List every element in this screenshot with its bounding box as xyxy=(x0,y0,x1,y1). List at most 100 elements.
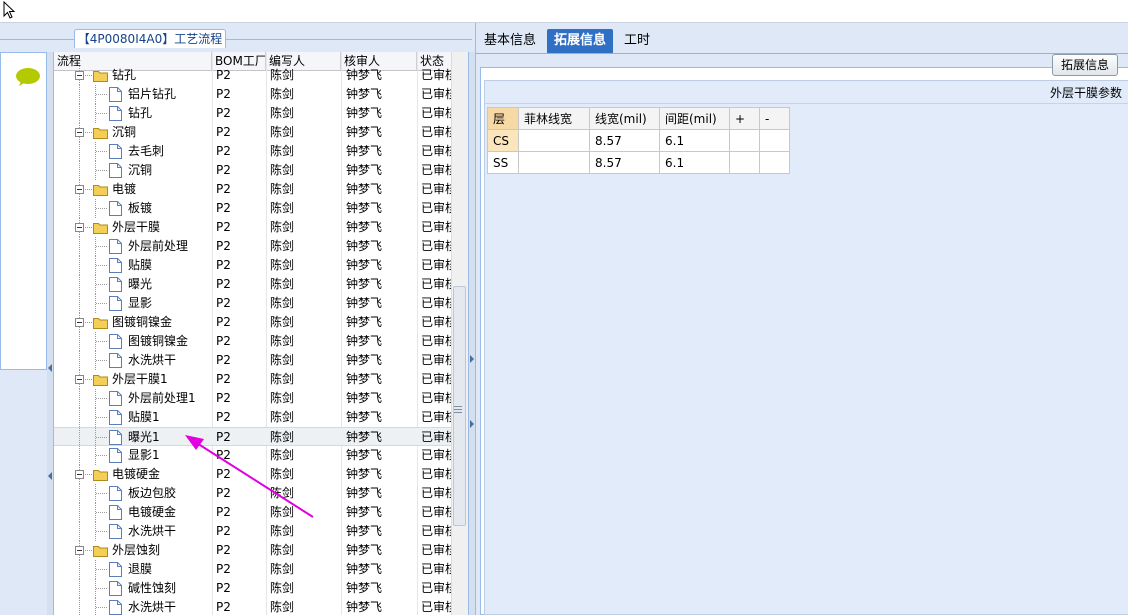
tree-item-row[interactable]: 显影 P2 陈剑 钟梦飞 已审核 xyxy=(54,294,454,313)
cell-reviewer: 钟梦飞 xyxy=(346,239,383,253)
cell-reviewer: 钟梦飞 xyxy=(346,258,383,272)
cell-reviewer: 钟梦飞 xyxy=(346,524,383,538)
params-cell-film-width[interactable] xyxy=(518,151,590,174)
folder-icon xyxy=(93,128,108,139)
cell-bom: P2 xyxy=(216,125,231,139)
document-icon xyxy=(109,277,122,292)
cell-reviewer: 钟梦飞 xyxy=(346,372,383,386)
cell-status: 已审核 xyxy=(421,87,454,101)
tab-work-hours[interactable]: 工时 xyxy=(617,29,657,53)
folder-icon xyxy=(93,223,108,234)
cell-bom: P2 xyxy=(216,106,231,120)
tree-node-label: 显影1 xyxy=(128,448,160,462)
cell-status: 已审核 xyxy=(421,296,454,310)
tree-item-row[interactable]: 水洗烘干 P2 陈剑 钟梦飞 已审核 xyxy=(54,351,454,370)
document-icon xyxy=(109,144,122,159)
cell-bom: P2 xyxy=(216,410,231,424)
collapse-toggle-icon[interactable] xyxy=(75,318,84,327)
params-cell-film-width[interactable] xyxy=(518,129,590,152)
document-icon xyxy=(109,486,122,501)
left-nav-lower xyxy=(0,370,47,615)
tree-node-label: 板边包胶 xyxy=(128,486,177,500)
cell-status: 已审核 xyxy=(421,277,454,291)
tree-item-row[interactable]: 退膜 P2 陈剑 钟梦飞 已审核 xyxy=(54,560,454,579)
tree-item-row[interactable]: 贴膜1 P2 陈剑 钟梦飞 已审核 xyxy=(54,408,454,427)
annotation-arrow-icon xyxy=(185,435,314,518)
collapse-toggle-icon[interactable] xyxy=(75,71,84,80)
tree-item-row[interactable]: 沉铜 P2 陈剑 钟梦飞 已审核 xyxy=(54,161,454,180)
tree-item-row[interactable]: 铝片钻孔 P2 陈剑 钟梦飞 已审核 xyxy=(54,85,454,104)
tree-group-row[interactable]: 钻孔 P2 陈剑 钟梦飞 已审核 xyxy=(54,66,454,85)
cell-writer: 陈剑 xyxy=(270,581,295,595)
tree-node-label: 贴膜 xyxy=(128,258,153,272)
tree-item-row[interactable]: 去毛刺 P2 陈剑 钟梦飞 已审核 xyxy=(54,142,454,161)
cell-reviewer: 钟梦飞 xyxy=(346,201,383,215)
params-cell-plus[interactable] xyxy=(729,151,760,174)
tab-basic-info[interactable]: 基本信息 xyxy=(477,29,543,53)
document-icon xyxy=(109,600,122,615)
params-cell-line-width[interactable]: 8.57 xyxy=(589,129,660,152)
cell-writer: 陈剑 xyxy=(270,543,295,557)
params-table: 层 菲林线宽 线宽(mil) 间距(mil) + - CS 8.57 6.1 S… xyxy=(487,107,790,174)
cell-status: 已审核 xyxy=(421,486,454,500)
remove-column-button[interactable]: - xyxy=(759,107,790,130)
cell-bom: P2 xyxy=(216,562,231,576)
tree-item-row[interactable]: 贴膜 P2 陈剑 钟梦飞 已审核 xyxy=(54,256,454,275)
tree-group-row[interactable]: 外层蚀刻 P2 陈剑 钟梦飞 已审核 xyxy=(54,541,454,560)
tree-item-row[interactable]: 外层前处理 P2 陈剑 钟梦飞 已审核 xyxy=(54,237,454,256)
cell-status: 已审核 xyxy=(421,68,454,82)
grid-vertical-scrollbar[interactable] xyxy=(451,52,468,615)
collapse-toggle-icon[interactable] xyxy=(75,546,84,555)
collapse-toggle-icon[interactable] xyxy=(75,128,84,137)
tree-node-label: 水洗烘干 xyxy=(128,353,177,367)
tree-item-row[interactable]: 曝光 P2 陈剑 钟梦飞 已审核 xyxy=(54,275,454,294)
add-column-button[interactable]: + xyxy=(729,107,760,130)
tree-group-row[interactable]: 电镀 P2 陈剑 钟梦飞 已审核 xyxy=(54,180,454,199)
params-cell-plus[interactable] xyxy=(729,129,760,152)
cell-writer: 陈剑 xyxy=(270,125,295,139)
tree-group-row[interactable]: 外层干膜 P2 陈剑 钟梦飞 已审核 xyxy=(54,218,454,237)
params-cell-layer[interactable]: SS xyxy=(487,151,519,174)
params-cell-minus[interactable] xyxy=(759,151,790,174)
params-cell-layer[interactable]: CS xyxy=(487,129,519,152)
tree-group-row[interactable]: 沉铜 P2 陈剑 钟梦飞 已审核 xyxy=(54,123,454,142)
cell-writer: 陈剑 xyxy=(270,353,295,367)
cell-reviewer: 钟梦飞 xyxy=(346,600,383,614)
cell-bom: P2 xyxy=(216,68,231,82)
tree-node-label: 退膜 xyxy=(128,562,153,576)
cell-reviewer: 钟梦飞 xyxy=(346,562,383,576)
document-icon xyxy=(109,87,122,102)
collapse-toggle-icon[interactable] xyxy=(75,375,84,384)
params-cell-minus[interactable] xyxy=(759,129,790,152)
cell-status: 已审核 xyxy=(421,600,454,614)
params-cell-line-width[interactable]: 8.57 xyxy=(589,151,660,174)
cell-status: 已审核 xyxy=(421,220,454,234)
collapse-toggle-icon[interactable] xyxy=(75,223,84,232)
tree-item-row[interactable]: 图镀铜镍金 P2 陈剑 钟梦飞 已审核 xyxy=(54,332,454,351)
collapse-toggle-icon[interactable] xyxy=(75,185,84,194)
params-cell-spacing[interactable]: 6.1 xyxy=(659,129,730,152)
tree-node-label: 铝片钻孔 xyxy=(128,87,177,101)
tree-item-row[interactable]: 板镀 P2 陈剑 钟梦飞 已审核 xyxy=(54,199,454,218)
tree-node-label: 板镀 xyxy=(128,201,153,215)
tree-item-row[interactable]: 外层前处理1 P2 陈剑 钟梦飞 已审核 xyxy=(54,389,454,408)
cell-reviewer: 钟梦飞 xyxy=(346,182,383,196)
tree-group-row[interactable]: 图镀铜镍金 P2 陈剑 钟梦飞 已审核 xyxy=(54,313,454,332)
tree-node-label: 显影 xyxy=(128,296,153,310)
tree-node-label: 外层干膜 xyxy=(112,220,161,234)
tree-item-row[interactable]: 水洗烘干 P2 陈剑 钟梦飞 已审核 xyxy=(54,598,454,615)
cell-reviewer: 钟梦飞 xyxy=(346,410,383,424)
chat-bubble-icon[interactable] xyxy=(15,67,41,87)
tree-item-row[interactable]: 钻孔 P2 陈剑 钟梦飞 已审核 xyxy=(54,104,454,123)
collapse-toggle-icon[interactable] xyxy=(75,470,84,479)
cell-reviewer: 钟梦飞 xyxy=(346,353,383,367)
tree-item-row[interactable]: 碱性蚀刻 P2 陈剑 钟梦飞 已审核 xyxy=(54,579,454,598)
tree-group-row[interactable]: 外层干膜1 P2 陈剑 钟梦飞 已审核 xyxy=(54,370,454,389)
cell-reviewer: 钟梦飞 xyxy=(346,448,383,462)
tree-node-label: 外层干膜1 xyxy=(112,372,168,386)
tab-extended-info[interactable]: 拓展信息 xyxy=(547,29,614,53)
document-icon xyxy=(109,430,122,445)
extended-info-button[interactable]: 拓展信息 xyxy=(1052,54,1118,76)
cell-status: 已审核 xyxy=(421,581,454,595)
params-cell-spacing[interactable]: 6.1 xyxy=(659,151,730,174)
